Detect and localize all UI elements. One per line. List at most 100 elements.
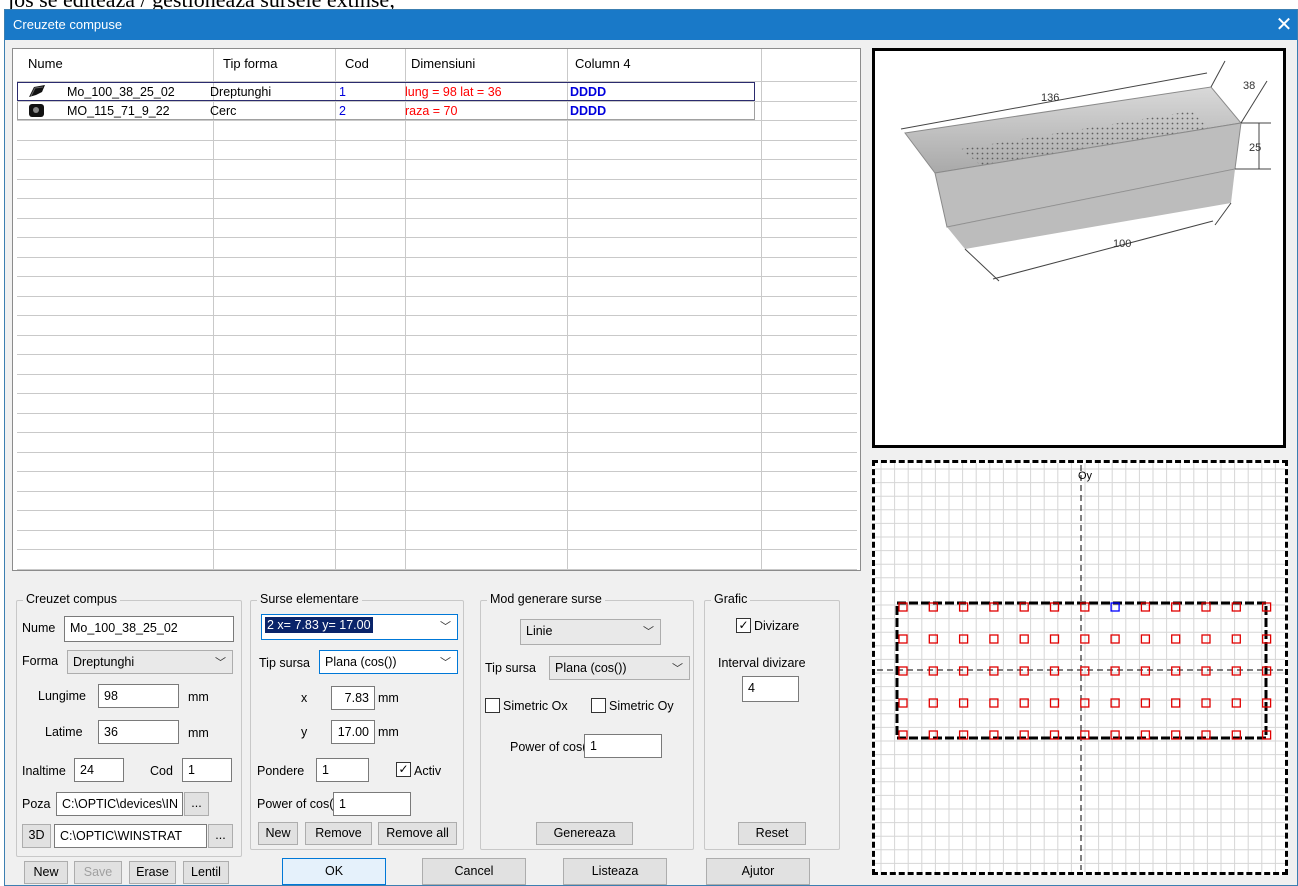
mod-power-label: Power of cos() (510, 740, 591, 754)
grafic-group: Grafic (704, 592, 840, 850)
chevron-down-icon: ﹀ (440, 657, 451, 669)
cell-code: 1 (339, 85, 346, 99)
axis-y-label: Oy (1078, 470, 1093, 482)
tip-sursa-select[interactable]: Plana (cos()) ﹀ (319, 650, 458, 674)
source-marker[interactable] (989, 666, 999, 676)
column-header-tip-forma[interactable]: Tip forma (223, 56, 277, 71)
window-title: Creuzete compuse (13, 17, 123, 32)
chevron-down-icon: ﹀ (215, 657, 226, 669)
mod-tip-sursa-select[interactable]: Plana (cos()) ﹀ (549, 656, 690, 680)
source-marker[interactable] (1231, 634, 1241, 644)
source-marker[interactable] (1140, 634, 1151, 644)
pondere-label: Pondere (257, 764, 305, 778)
source-marker[interactable] (928, 666, 938, 676)
power-field[interactable]: 1 (333, 792, 411, 816)
reset-button[interactable]: Reset (738, 822, 806, 845)
inaltime-label: Inaltime (22, 764, 66, 778)
remove-source-button[interactable]: Remove (305, 822, 372, 845)
genereaza-button[interactable]: Genereaza (536, 822, 633, 845)
activ-label: Activ (414, 764, 442, 778)
poza-path-field[interactable]: C:\OPTIC\devices\IN (56, 792, 183, 816)
source-marker[interactable] (1171, 634, 1181, 644)
table-row[interactable]: Mo_100_38_25_02 Dreptunghi 1 lung = 98 l… (17, 82, 755, 101)
source-marker[interactable] (898, 666, 908, 676)
reflector-drawing: 136 38 25 100 (900, 60, 1271, 282)
latime-unit: mm (188, 726, 209, 740)
source-marker[interactable] (1140, 666, 1151, 676)
poza-browse-button[interactable]: ... (184, 792, 209, 816)
source-marker[interactable] (1019, 666, 1029, 676)
source-marker[interactable] (1201, 634, 1211, 644)
simetric-ox-checkbox[interactable] (485, 698, 500, 713)
product-picture: 136 38 25 100 (872, 48, 1286, 448)
inaltime-field[interactable]: 24 (74, 758, 124, 782)
interval-field[interactable]: 4 (742, 676, 799, 702)
cell-code: 2 (339, 104, 346, 118)
lungime-unit: mm (188, 690, 209, 704)
column-header-cod[interactable]: Cod (345, 56, 369, 71)
mode-select[interactable]: Linie ﹀ (520, 619, 661, 645)
latime-label: Latime (45, 725, 83, 739)
erase-button[interactable]: Erase (129, 861, 176, 884)
mod-power-field[interactable]: 1 (584, 734, 662, 758)
cell-name: Mo_100_38_25_02 (67, 85, 175, 99)
new-source-button[interactable]: New (258, 822, 298, 845)
source-marker[interactable] (898, 634, 908, 644)
source-marker[interactable] (928, 634, 938, 644)
model-path-field[interactable]: C:\OPTIC\WINSTRAT (54, 824, 207, 848)
chevron-down-icon: ﹀ (672, 663, 683, 675)
tip-sursa-label: Tip sursa (259, 656, 310, 670)
source-layout-plot[interactable]: Oy Ox (872, 460, 1298, 875)
source-marker[interactable] (1231, 666, 1241, 676)
poza-label: Poza (22, 797, 51, 811)
x-field[interactable]: 7.83 (331, 686, 375, 710)
dim-height-label: 25 (1249, 142, 1261, 154)
tip-sursa-label: Tip sursa (485, 661, 536, 675)
x-unit: mm (378, 691, 399, 705)
pondere-field[interactable]: 1 (316, 758, 369, 782)
latime-field[interactable]: 36 (98, 720, 179, 744)
forma-select[interactable]: Dreptunghi ﹀ (67, 650, 233, 674)
dim-side-label: 38 (1243, 80, 1255, 92)
new-creuzet-button[interactable]: New (24, 861, 68, 884)
y-field[interactable]: 17.00 (331, 720, 375, 744)
remove-all-button[interactable]: Remove all (378, 822, 457, 845)
name-field[interactable]: Mo_100_38_25_02 (64, 616, 234, 642)
forma-label: Forma (22, 654, 59, 668)
source-select[interactable]: 2 x= 7.83 y= 17.00 ﹀ (261, 614, 458, 640)
save-button[interactable]: Save (74, 861, 122, 884)
activ-checkbox[interactable]: ✓ (396, 762, 411, 777)
simetric-oy-checkbox[interactable] (591, 698, 606, 713)
source-marker[interactable] (1171, 666, 1181, 676)
divizare-checkbox[interactable]: ✓ (736, 618, 751, 633)
group-title: Creuzet compus (23, 592, 121, 606)
source-marker[interactable] (989, 634, 999, 644)
table-row[interactable]: MO_115_71_9_22 Cerc 2 raza = 70 DDDD (17, 101, 755, 120)
dim-top-label: 136 (1041, 92, 1059, 104)
column-header-column-4[interactable]: Column 4 (575, 56, 631, 71)
close-button[interactable]: ✕ (1271, 11, 1297, 39)
simetric-oy-label: Simetric Oy (609, 699, 674, 713)
sources-table[interactable]: Nume Tip forma Cod Dimensiuni Column 4 M… (12, 48, 861, 571)
listeaza-button[interactable]: Listeaza (563, 858, 667, 885)
cancel-button[interactable]: Cancel (422, 858, 526, 885)
source-marker[interactable] (958, 666, 969, 676)
y-label: y (301, 725, 308, 739)
source-marker[interactable] (1201, 666, 1211, 676)
column-header-nume[interactable]: Nume (28, 56, 63, 71)
interval-label: Interval divizare (718, 656, 806, 670)
lentil-button[interactable]: Lentil (183, 861, 229, 884)
lungime-field[interactable]: 98 (98, 684, 179, 708)
3d-button[interactable]: 3D (22, 824, 51, 848)
ok-button[interactable]: OK (282, 858, 386, 885)
source-marker[interactable] (1019, 634, 1029, 644)
column-header-dimensiuni[interactable]: Dimensiuni (411, 56, 475, 71)
model-browse-button[interactable]: ... (208, 824, 233, 848)
name-label: Nume (22, 621, 56, 635)
source-marker[interactable] (958, 634, 969, 644)
cod-field[interactable]: 1 (182, 758, 232, 782)
cod-label: Cod (150, 764, 173, 778)
title-bar: Creuzete compuse ✕ (5, 10, 1297, 40)
power-label: Power of cos() (257, 797, 338, 811)
ajutor-button[interactable]: Ajutor (706, 858, 810, 885)
